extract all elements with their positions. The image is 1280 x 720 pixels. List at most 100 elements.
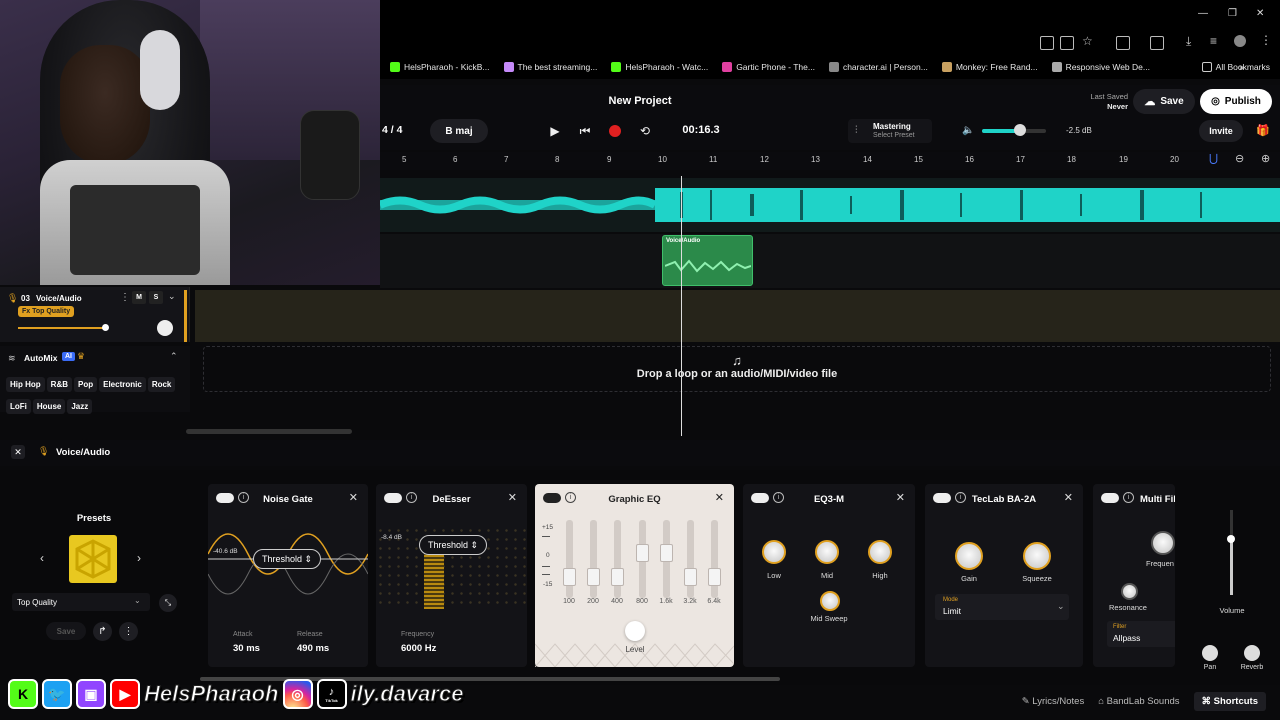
genre-chip[interactable]: Electronic xyxy=(99,377,146,392)
sidepanel-icon[interactable] xyxy=(1150,36,1164,50)
mute-button[interactable]: M xyxy=(132,291,146,304)
multi-filter-card[interactable]: i Multi Fil Frequen Resonance Filter All… xyxy=(1093,484,1175,667)
close-icon[interactable]: ✕ xyxy=(349,491,358,504)
media-icon[interactable]: ≡ xyxy=(1210,34,1217,48)
high-knob[interactable] xyxy=(868,540,892,564)
profile-avatar[interactable] xyxy=(1234,35,1246,47)
reader-icon[interactable] xyxy=(1040,36,1054,50)
genre-chip[interactable]: House xyxy=(32,399,66,414)
bookmark-item[interactable]: character.ai | Person... xyxy=(828,62,928,72)
eq-fader-slot[interactable] xyxy=(590,520,597,598)
eq-fader-handle[interactable] xyxy=(636,544,649,562)
gift-icon[interactable]: 🎁 xyxy=(1256,124,1270,137)
shortcuts-button[interactable]: ⌘ Shortcuts xyxy=(1193,691,1266,711)
deesser-threshold-button[interactable]: Threshold ⇕ xyxy=(419,535,487,555)
preset-prev-icon[interactable]: ‹ xyxy=(40,551,44,565)
genre-chip[interactable]: Hip Hop xyxy=(6,377,45,392)
bandlab-sounds-link[interactable]: ⌂ BandLab Sounds xyxy=(1098,696,1179,707)
close-icon[interactable]: ✕ xyxy=(715,491,724,504)
gain-knob[interactable] xyxy=(955,542,983,570)
resonance-knob[interactable] xyxy=(1121,583,1138,600)
eq3m-card[interactable]: i EQ3-M ✕ Low Mid High Mid Sweep xyxy=(743,484,915,667)
save-button[interactable]: ☁ Save xyxy=(1133,89,1195,114)
loop-icon[interactable]: ⟲ xyxy=(636,122,654,140)
fx-badge[interactable]: Fx Top Quality xyxy=(18,306,75,317)
preset-save-button[interactable]: Save xyxy=(46,622,86,640)
track-menu-icon[interactable]: ⋮ xyxy=(120,292,130,303)
magnet-icon[interactable]: ⋃ xyxy=(1209,152,1218,165)
info-icon[interactable]: i xyxy=(1123,492,1134,503)
playhead[interactable] xyxy=(681,176,682,436)
release-value[interactable]: 490 ms xyxy=(297,643,329,654)
eq-fader-handle[interactable] xyxy=(708,568,721,586)
genre-chip[interactable]: Jazz xyxy=(67,399,93,414)
eq-fader-slot[interactable] xyxy=(614,520,621,598)
lyrics-notes-link[interactable]: ✎ Lyrics/Notes xyxy=(1022,696,1085,707)
solo-button[interactable]: S xyxy=(149,291,163,304)
low-knob[interactable] xyxy=(762,540,786,564)
voice-audio-lane[interactable] xyxy=(195,290,1280,342)
drop-zone[interactable]: ♫ Drop a loop or an audio/MIDI/video fil… xyxy=(203,346,1271,392)
skip-back-icon[interactable]: ⏮ xyxy=(576,122,594,140)
genre-chip[interactable]: LoFi xyxy=(6,399,31,414)
filter-select[interactable]: Filter Allpass xyxy=(1107,621,1175,647)
bookmark-item[interactable]: The best streaming... xyxy=(503,62,597,72)
preset-reset-icon[interactable]: ⤡ xyxy=(159,594,177,612)
close-icon[interactable]: ✕ xyxy=(896,491,905,504)
audio-track-2[interactable] xyxy=(380,234,1280,288)
bookmark-item[interactable]: Responsive Web De... xyxy=(1051,62,1150,72)
preset-next-icon[interactable]: › xyxy=(137,551,141,565)
minimize-icon[interactable]: — xyxy=(1198,8,1208,19)
teclab-card[interactable]: i TecLab BA-2A ✕ Gain Squeeze Mode Limit… xyxy=(925,484,1083,667)
restore-icon[interactable]: ❐ xyxy=(1228,8,1237,19)
time-signature[interactable]: 4 / 4 xyxy=(382,124,402,136)
star-icon[interactable]: ☆ xyxy=(1082,34,1093,48)
eq-fader-slot[interactable] xyxy=(566,520,573,598)
noise-gate-card[interactable]: i Noise Gate ✕ -40.6 dB Threshold ⇕ Atta… xyxy=(208,484,368,667)
close-icon[interactable]: ✕ xyxy=(1256,8,1264,19)
mid-sweep-knob[interactable] xyxy=(820,591,840,611)
gate-threshold-button[interactable]: Threshold ⇕ xyxy=(253,549,321,569)
squeeze-knob[interactable] xyxy=(1023,542,1051,570)
audio-track-1[interactable] xyxy=(380,178,1280,232)
share-icon[interactable]: ↱ xyxy=(93,622,112,641)
horizontal-scrollbar[interactable] xyxy=(186,429,352,434)
eq-fader-handle[interactable] xyxy=(684,568,697,586)
bookmark-item[interactable]: Gartic Phone - The... xyxy=(722,62,815,72)
menu-icon[interactable]: ⋮ xyxy=(1260,33,1272,47)
deesser-card[interactable]: i DeEsser ✕ -8.4 dB Threshold ⇕ Frequenc… xyxy=(376,484,527,667)
volume-fader[interactable] xyxy=(1227,510,1235,595)
eq-fader-handle[interactable] xyxy=(611,568,624,586)
close-panel-icon[interactable]: ✕ xyxy=(11,445,25,459)
close-icon[interactable]: ✕ xyxy=(1064,491,1073,504)
track-header[interactable]: 🎙 03 Voice/Audio ⋮ M S ⌄ Fx Top Quality xyxy=(0,287,190,342)
level-knob[interactable] xyxy=(625,621,645,641)
master-volume-slider[interactable] xyxy=(982,124,1046,136)
bookmark-item[interactable]: Monkey: Free Rand... xyxy=(941,62,1038,72)
genre-chip[interactable]: Rock xyxy=(147,377,176,392)
extensions-icon[interactable] xyxy=(1116,36,1130,50)
chevron-down-icon[interactable]: ⌄ xyxy=(168,291,176,302)
eq-fader-slot[interactable] xyxy=(687,520,694,598)
project-title[interactable]: New Project xyxy=(580,95,700,107)
pan-knob[interactable] xyxy=(157,320,173,336)
multi-filter-toggle[interactable] xyxy=(1101,493,1119,503)
more-icon[interactable]: ⋮ xyxy=(119,622,138,641)
preset-select[interactable]: Top Quality ⌄ xyxy=(12,593,150,611)
eq-fader-handle[interactable] xyxy=(660,544,673,562)
invite-button[interactable]: Invite xyxy=(1199,120,1243,142)
eq-fader-handle[interactable] xyxy=(587,568,600,586)
reverb-knob[interactable] xyxy=(1244,645,1260,661)
eq-fader-handle[interactable] xyxy=(563,568,576,586)
cast-icon[interactable] xyxy=(1060,36,1074,50)
record-button[interactable] xyxy=(606,122,624,140)
timeline-ruler[interactable]: 5 6 7 8 9 10 11 12 13 14 15 16 17 18 19 … xyxy=(380,152,1280,170)
genre-chip[interactable]: R&B xyxy=(46,377,73,392)
publish-button[interactable]: ◎ Publish xyxy=(1200,89,1272,114)
play-icon[interactable]: ▶ xyxy=(546,122,564,140)
zoom-out-icon[interactable]: ⊖ xyxy=(1235,152,1244,165)
chevron-up-icon[interactable]: ⌃ xyxy=(170,351,178,362)
eq-fader-slot[interactable] xyxy=(711,520,718,598)
bookmark-item[interactable]: HelsPharaoh - Watc... xyxy=(611,62,708,72)
download-icon[interactable]: ⤓ xyxy=(1186,34,1191,49)
